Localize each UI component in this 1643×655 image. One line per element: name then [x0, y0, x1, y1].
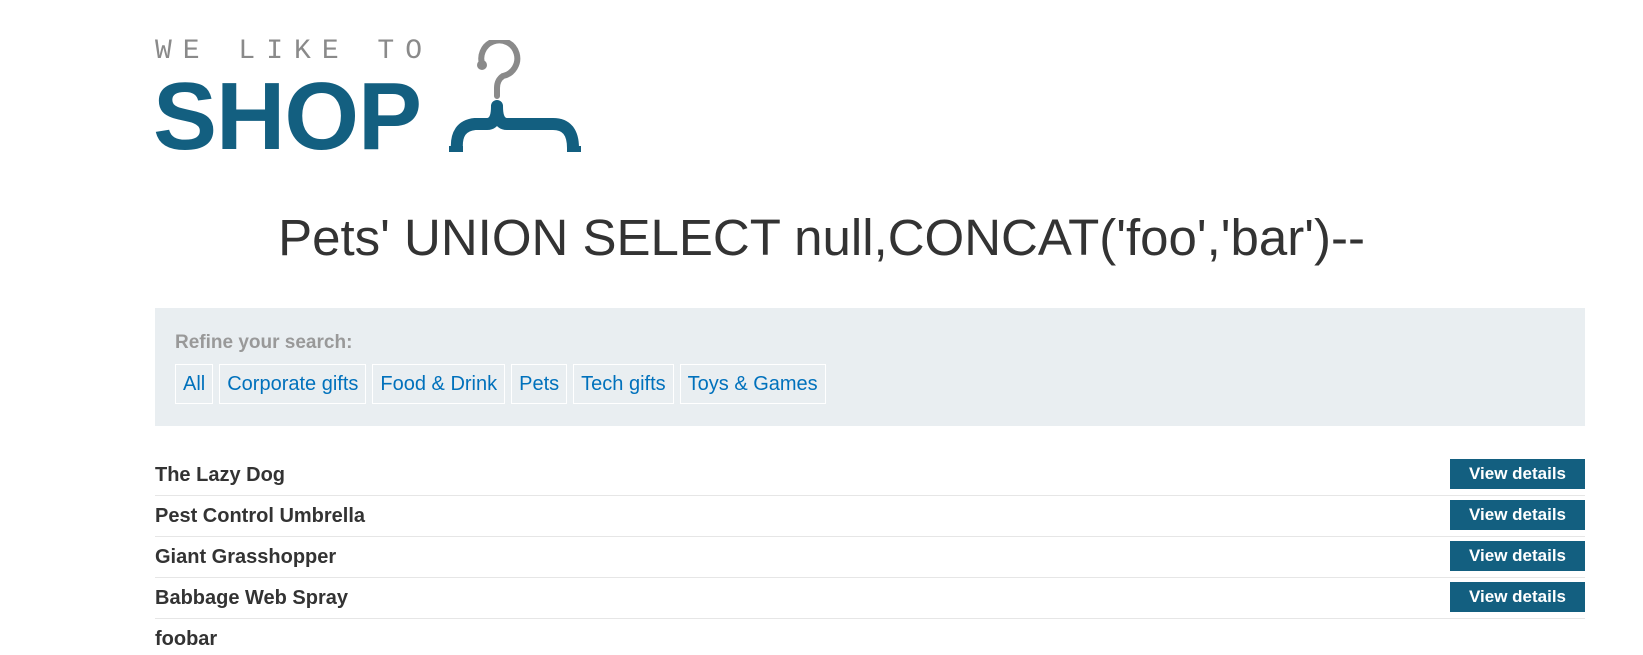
product-name: The Lazy Dog: [155, 464, 286, 486]
view-details-button[interactable]: View details: [1450, 500, 1585, 530]
view-details-button[interactable]: View details: [1450, 582, 1585, 612]
filter-link-food-drink[interactable]: Food & Drink: [372, 364, 506, 404]
filter-panel: Refine your search: All Corporate gifts …: [155, 308, 1585, 426]
product-row: foobar: [155, 619, 1585, 655]
product-name: foobar: [155, 628, 218, 650]
product-name: Giant Grasshopper: [155, 546, 337, 568]
hanger-icon: [449, 40, 581, 152]
product-name: Pest Control Umbrella: [155, 505, 366, 527]
filter-list: All Corporate gifts Food & Drink Pets Te…: [175, 364, 826, 404]
view-details-button[interactable]: View details: [1450, 459, 1585, 489]
logo-tagline: WE LIKE TO: [155, 36, 434, 67]
shop-logo[interactable]: WE LIKE TO SHOP: [153, 36, 605, 170]
product-name: Babbage Web Spray: [155, 587, 349, 609]
product-row: Pest Control Umbrella View details: [155, 496, 1585, 537]
filter-link-corporate-gifts[interactable]: Corporate gifts: [219, 364, 367, 404]
view-details-button[interactable]: View details: [1450, 541, 1585, 571]
product-row: Babbage Web Spray View details: [155, 578, 1585, 619]
product-row: Giant Grasshopper View details: [155, 537, 1585, 578]
product-list: The Lazy Dog View details Pest Control U…: [155, 455, 1585, 655]
filter-link-pets[interactable]: Pets: [511, 364, 568, 404]
page-title: Pets' UNION SELECT null,CONCAT('foo','ba…: [278, 209, 1365, 266]
filter-link-all[interactable]: All: [175, 364, 214, 404]
filter-link-toys-games[interactable]: Toys & Games: [679, 364, 826, 404]
filter-link-tech-gifts[interactable]: Tech gifts: [573, 364, 674, 404]
page: WE LIKE TO SHOP Pets' UNION SELECT null,…: [0, 0, 1643, 655]
logo-word: SHOP: [153, 63, 422, 170]
filter-label: Refine your search:: [175, 332, 353, 353]
product-row: The Lazy Dog View details: [155, 455, 1585, 496]
